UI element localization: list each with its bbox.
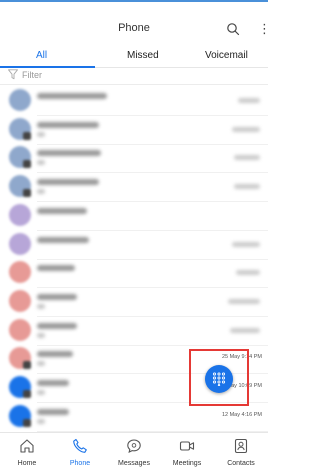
- call-tabs: All Missed Voicemail: [0, 46, 268, 68]
- contact-name-redacted: [37, 322, 77, 329]
- avatar: [9, 404, 31, 427]
- call-timestamp-redacted: [232, 241, 260, 247]
- avatar: [9, 175, 31, 198]
- nav-messages[interactable]: Messages: [107, 433, 161, 470]
- contact-name-redacted: [37, 207, 87, 214]
- filter-input[interactable]: Filter: [22, 70, 42, 80]
- call-detail-redacted: [37, 390, 45, 395]
- contact-name-redacted: [37, 265, 75, 272]
- nav-label: Contacts: [227, 460, 255, 467]
- call-detail-redacted: [37, 160, 45, 166]
- messages-icon: [127, 439, 141, 453]
- nav-meetings[interactable]: Meetings: [160, 433, 214, 470]
- contact-name-redacted: [37, 121, 99, 128]
- call-row[interactable]: [0, 115, 268, 145]
- call-row[interactable]: [0, 201, 268, 231]
- avatar: [9, 232, 31, 255]
- call-timestamp-redacted: [238, 98, 260, 103]
- nav-label: Home: [17, 460, 37, 467]
- avatar: [9, 117, 31, 140]
- top-accent-line: [0, 0, 268, 2]
- nav-label: Messages: [118, 460, 150, 467]
- call-timestamp-redacted: [228, 298, 260, 304]
- avatar: [9, 289, 31, 312]
- call-row[interactable]: [0, 172, 268, 203]
- avatar: [9, 376, 31, 398]
- call-timestamp-redacted: [236, 270, 260, 276]
- avatar: [9, 203, 31, 226]
- contact-name-redacted: [37, 93, 107, 99]
- call-timestamp: 12 May 4:16 PM: [221, 411, 262, 418]
- avatar: [9, 347, 31, 370]
- avatar: [9, 318, 31, 341]
- call-row[interactable]: [0, 230, 268, 260]
- dialpad-button[interactable]: [205, 365, 233, 393]
- call-row[interactable]: [0, 316, 268, 346]
- contact-name-redacted: [37, 351, 73, 358]
- contact-name-redacted: [37, 380, 69, 386]
- call-detail-redacted: [37, 361, 45, 367]
- call-row[interactable]: [0, 143, 268, 174]
- avatar: [9, 89, 31, 111]
- call-row[interactable]: [0, 258, 268, 289]
- tab-voicemail[interactable]: Voicemail: [205, 50, 248, 61]
- filter-divider: [0, 84, 268, 85]
- home-icon: [20, 439, 34, 453]
- header: Phone ⋮: [0, 20, 271, 42]
- dialpad-icon: [212, 372, 226, 386]
- call-detail-redacted: [37, 332, 45, 338]
- call-timestamp-redacted: [232, 126, 260, 132]
- filter-icon: [8, 69, 18, 80]
- avatar: [9, 261, 31, 284]
- call-detail-redacted: [37, 303, 45, 309]
- nav-contacts[interactable]: Contacts: [214, 433, 268, 470]
- contact-name-redacted: [37, 236, 89, 243]
- contact-name-redacted: [37, 408, 69, 415]
- call-detail-redacted: [37, 131, 45, 137]
- call-timestamp-redacted: [234, 155, 260, 161]
- call-timestamp-redacted: [230, 327, 260, 333]
- meetings-icon: [179, 441, 195, 451]
- search-icon[interactable]: [226, 22, 240, 36]
- call-row[interactable]: [0, 86, 268, 116]
- avatar: [9, 146, 31, 169]
- nav-phone[interactable]: Phone: [53, 433, 107, 470]
- contact-name-redacted: [37, 293, 77, 300]
- contact-name-redacted: [37, 179, 99, 186]
- call-row[interactable]: 12 May 4:16 PM: [0, 402, 268, 432]
- nav-label: Meetings: [172, 460, 202, 467]
- more-vertical-icon[interactable]: ⋮: [258, 22, 271, 36]
- call-timestamp-redacted: [234, 184, 260, 190]
- call-detail-redacted: [37, 418, 45, 424]
- tab-all[interactable]: All: [36, 50, 47, 61]
- contacts-icon: [234, 438, 248, 454]
- bottom-nav: Home Phone Messages Meetings Contacts: [0, 432, 268, 470]
- phone-icon: [73, 438, 87, 453]
- filter-bar[interactable]: Filter: [0, 66, 268, 84]
- call-row[interactable]: [0, 287, 268, 317]
- tab-missed[interactable]: Missed: [127, 50, 159, 61]
- nav-label: Phone: [69, 460, 91, 467]
- call-detail-redacted: [37, 189, 45, 195]
- contact-name-redacted: [37, 150, 101, 157]
- nav-home[interactable]: Home: [0, 433, 54, 470]
